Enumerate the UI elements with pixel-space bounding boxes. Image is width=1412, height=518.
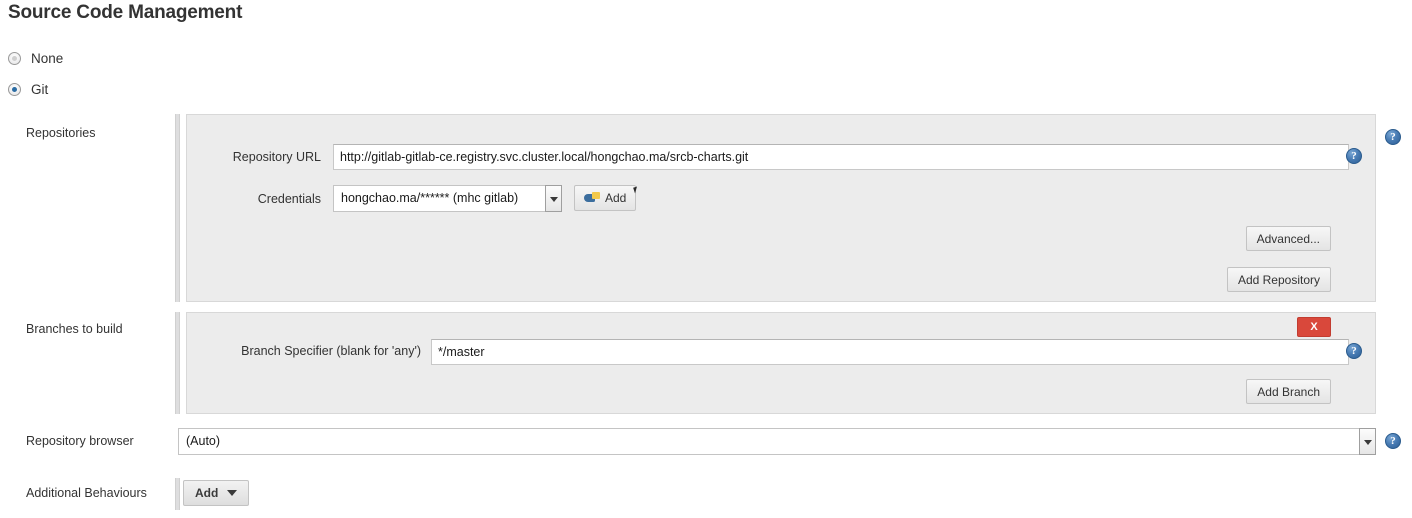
additional-behaviours-row-label: Additional Behaviours [26,486,147,500]
branch-specifier-help-icon[interactable]: ? [1346,343,1362,359]
add-credentials-button[interactable]: Add [574,185,640,211]
credentials-key-icon [584,192,600,204]
branch-specifier-label: Branch Specifier (blank for 'any') [241,344,421,358]
repository-browser-value: (Auto) [178,428,1359,455]
chevron-down-icon [227,490,238,496]
radio-git-icon[interactable] [8,82,21,96]
chevron-down-icon[interactable] [1359,428,1376,455]
scm-option-none[interactable]: None [8,49,63,67]
delete-branch-button[interactable]: X [1297,317,1331,337]
credentials-label: Credentials [257,192,321,206]
repository-browser-row-label: Repository browser [26,434,134,448]
add-behaviour-button[interactable]: Add [183,480,250,506]
mouse-cursor-icon [633,186,640,194]
repository-url-help-icon[interactable]: ? [1346,148,1362,164]
branches-row-label: Branches to build [26,322,123,336]
credentials-select-value: hongchao.ma/****** (mhc gitlab) [333,185,545,212]
scm-config-page: Source Code Management None Git Reposito… [0,0,1412,518]
repositories-panel: Repository URL http://gitlab-gitlab-ce.r… [186,114,1376,302]
additional-behaviours-marker-bar [175,478,180,510]
repository-browser-help-icon[interactable]: ? [1385,433,1401,449]
scm-option-none-label: None [31,50,64,66]
scm-option-git[interactable]: Git [8,80,48,98]
repository-browser-select[interactable]: (Auto) [178,428,1376,455]
branches-panel: X Branch Specifier (blank for 'any') */m… [186,312,1376,414]
repositories-marker-bar [175,114,180,302]
add-branch-button[interactable]: Add Branch [1246,379,1331,404]
add-repository-button[interactable]: Add Repository [1226,267,1331,292]
branch-specifier-input[interactable]: */master [431,339,1349,365]
add-behaviour-button-label: Add [195,486,219,500]
repositories-row-label: Repositories [26,126,96,140]
repositories-help-icon[interactable]: ? [1385,129,1401,145]
page-title: Source Code Management [8,2,243,23]
chevron-down-icon[interactable] [545,185,562,212]
scm-option-git-label: Git [31,81,49,97]
branches-marker-bar [175,312,180,414]
repository-url-label: Repository URL [232,150,321,164]
radio-none-icon[interactable] [8,51,21,65]
advanced-button[interactable]: Advanced... [1245,226,1331,251]
repository-url-input[interactable]: http://gitlab-gitlab-ce.registry.svc.clu… [333,144,1349,170]
credentials-select[interactable]: hongchao.ma/****** (mhc gitlab) [333,185,562,212]
add-credentials-button-label: Add [605,191,627,205]
